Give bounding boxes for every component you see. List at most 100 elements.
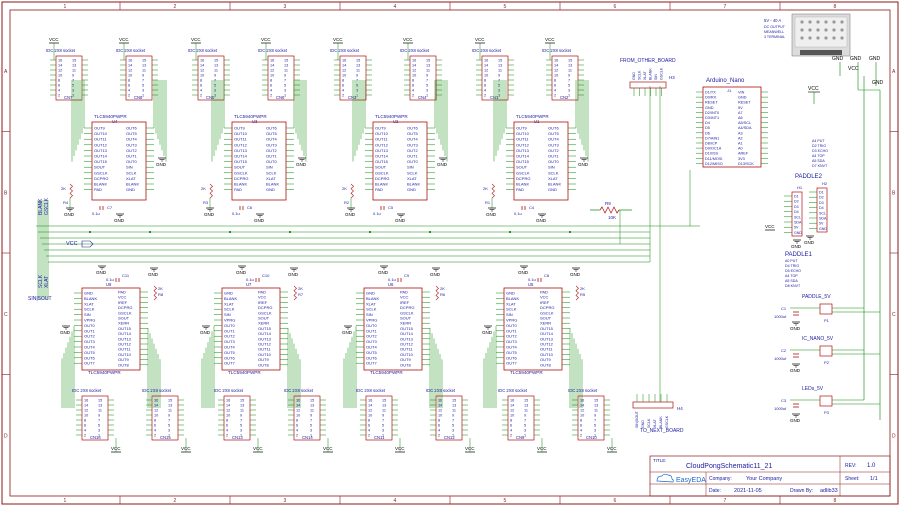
net-label-gsclk: GSCLK [44,197,50,215]
socket-pin-number: 9 [452,414,454,418]
bottom-drivers-group: U8TLC5940PWPRGNDBLANKXLATSCLKSINVPRGOUT0… [60,265,586,408]
socket-title: IDC 2X8 socket [568,388,598,393]
socket-pin-number: 9 [310,414,312,418]
socket-pin-number: 14 [270,64,274,68]
socket-pin-number: 3 [168,429,170,433]
socket-pin-number: 7 [524,419,526,423]
driver-ref: U7 [246,282,252,287]
resistor [491,183,495,199]
frame-row-label: D [4,433,8,439]
socket-pin-number: 3 [426,89,428,93]
vcc-label: VCC [545,37,555,42]
driver-pin-label: OUT10 [94,131,108,136]
socket-title: IDC 2X8 socket [188,48,218,53]
driver-pin-label: XLAT [548,176,558,181]
paddle2-ref: H2 [822,181,828,186]
arduino-pin-label: A7 [738,111,743,115]
socket-pin-number: 7 [240,419,242,423]
socket-title: IDC 2X8 socket [46,48,76,53]
idc-socket-cn14: IDC 2X8 socket16 1514 1312 1110 98 76 54 32 1CN1… [284,388,333,453]
gnd-label: GND [790,418,801,423]
paddle-pin-label: SDA [819,217,827,221]
socket-pin-number: 15 [142,59,146,63]
power-rail-connector [819,395,833,407]
driver-pin-label: SIN [126,165,133,170]
frame-row-label: C [4,312,8,318]
socket-pin-number: 6 [226,424,228,428]
driver-pin-label: OUT1 [266,154,277,159]
junction-dot [508,230,512,234]
paddle-note: A5 SDA [812,159,825,163]
top-drivers-group: TLC5940PWPRU4OUT9OUT10OUT11OUT12OUT13OUT… [61,80,589,223]
socket-title: IDC 2X8 socket [142,388,172,393]
driver-pin-label: SOUT [234,165,246,170]
driver-pin-label: XLAT [266,176,276,181]
socket-pin-number: 2 [510,434,512,438]
socket-pin-number: 13 [498,64,502,68]
socket-pin-number: 11 [214,69,218,73]
resistor-body [575,285,579,301]
junction-dot [148,230,152,234]
title-block: TITLE: CloudPongSchematic11_21 REV: 1.0 … [649,455,891,497]
driver-pin-label: PAD [234,187,242,192]
socket-pin-number: 3 [98,429,100,433]
socket-pin-number: 15 [594,399,598,403]
socket-pin-number: 4 [438,429,440,433]
paddle-pin-label: D3 [794,205,799,209]
driver-pin-label: OUT4 [506,345,517,350]
socket-pin-number: 8 [200,79,202,83]
paddle-pin-label: D2 [794,200,799,204]
socket-pin-number: 16 [84,399,88,403]
vcc-symbol: VCC [403,37,413,44]
socket-ref: CN11 [374,435,385,440]
sheet-frame-outer [1,1,899,505]
gnd-symbol: GND [342,325,353,335]
socket-pin-number: 10 [58,74,62,78]
socket-pin-number: 5 [426,84,428,88]
driver-pin-label: SCLK [84,307,95,312]
socket-pin-number: 2 [412,94,414,98]
socket-pin-number: 10 [580,414,584,418]
res-ref: R4 [63,200,69,205]
header-pin-label: BLANK [659,416,663,428]
driver-pin-label: OUT14 [234,154,248,159]
socket-pin-number: 16 [412,59,416,63]
socket-pin-number: 6 [484,84,486,88]
socket-ref: CN12 [444,435,455,440]
socket-pin-number: 11 [72,69,76,73]
socket-pin-number: 10 [554,74,558,78]
driver-pin-label: VPRG [84,318,95,323]
sheet-label: Sheet: [845,476,859,482]
driver-pin-label: XLAT [84,301,94,306]
res-value: 2K [61,186,66,191]
paddle-pin-label: GND [819,227,827,231]
paddle-note: A5 SDA [785,279,798,283]
paddle-note: A4 TOP [812,154,825,158]
socket-pin-number: 4 [342,89,344,93]
arduino-pin-label: A4/SDA [738,126,752,130]
frame-col-label: 2 [174,498,177,504]
driver-pin-label: PAD [94,187,102,192]
socket-pin-number: 12 [580,409,584,413]
paddle1-title: PADDLE1 [785,252,813,258]
junction-dot [228,230,232,234]
gnd-symbol: GND [430,267,441,277]
socket-pin-number: 14 [84,404,88,408]
socket-pin-number: 5 [142,84,144,88]
power-rail-label: PADDLE_5V [802,294,831,300]
driver-pin-label: DCPRG [234,176,248,181]
socket-pin-number: 2 [484,94,486,98]
driver-pin-label: OUT3 [84,339,95,344]
socket-pin-number: 9 [98,414,100,418]
driver-ref: U8 [106,282,112,287]
power-rail-cap-value: 1000uf [774,406,787,411]
gnd-label: GND [790,368,801,373]
driver-pin-label: OUT2 [548,148,559,153]
driver-pin-label: OUT0 [407,159,418,164]
socket-pin-number: 14 [580,404,584,408]
socket-pin-number: 8 [296,419,298,423]
socket-pin-number: 2 [128,94,130,98]
socket-pin-number: 3 [594,429,596,433]
socket-pin-number: 15 [382,399,386,403]
driver-part: TLC5940PWPR [370,370,403,375]
